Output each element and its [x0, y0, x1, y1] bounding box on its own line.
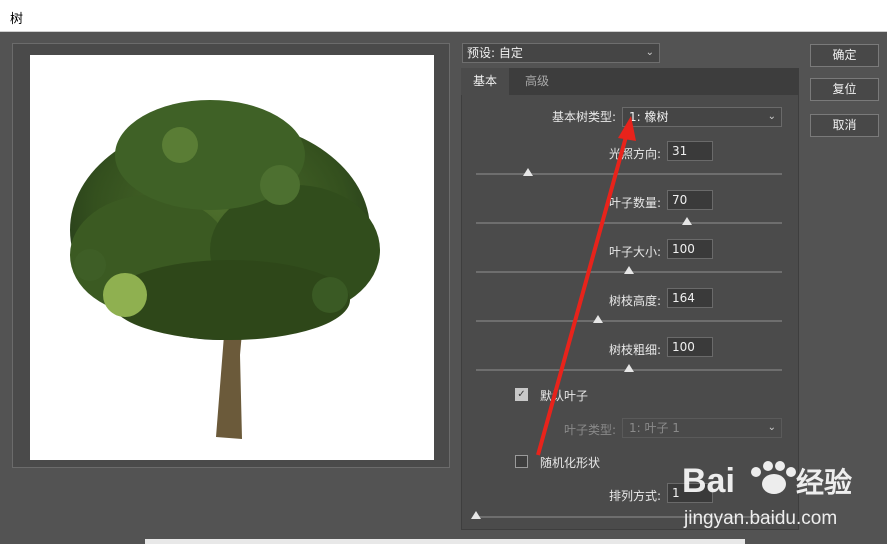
- watermark-url: jingyan.baidu.com: [683, 508, 837, 529]
- baidu-jingyan-watermark: Bai 经验 jingyan.baidu.com: [682, 461, 852, 529]
- paw-icon: [751, 461, 796, 494]
- watermark-brand: Bai: [682, 462, 735, 500]
- watermark-brand-2: 经验: [796, 466, 852, 499]
- horizontal-scrollbar[interactable]: [145, 539, 745, 544]
